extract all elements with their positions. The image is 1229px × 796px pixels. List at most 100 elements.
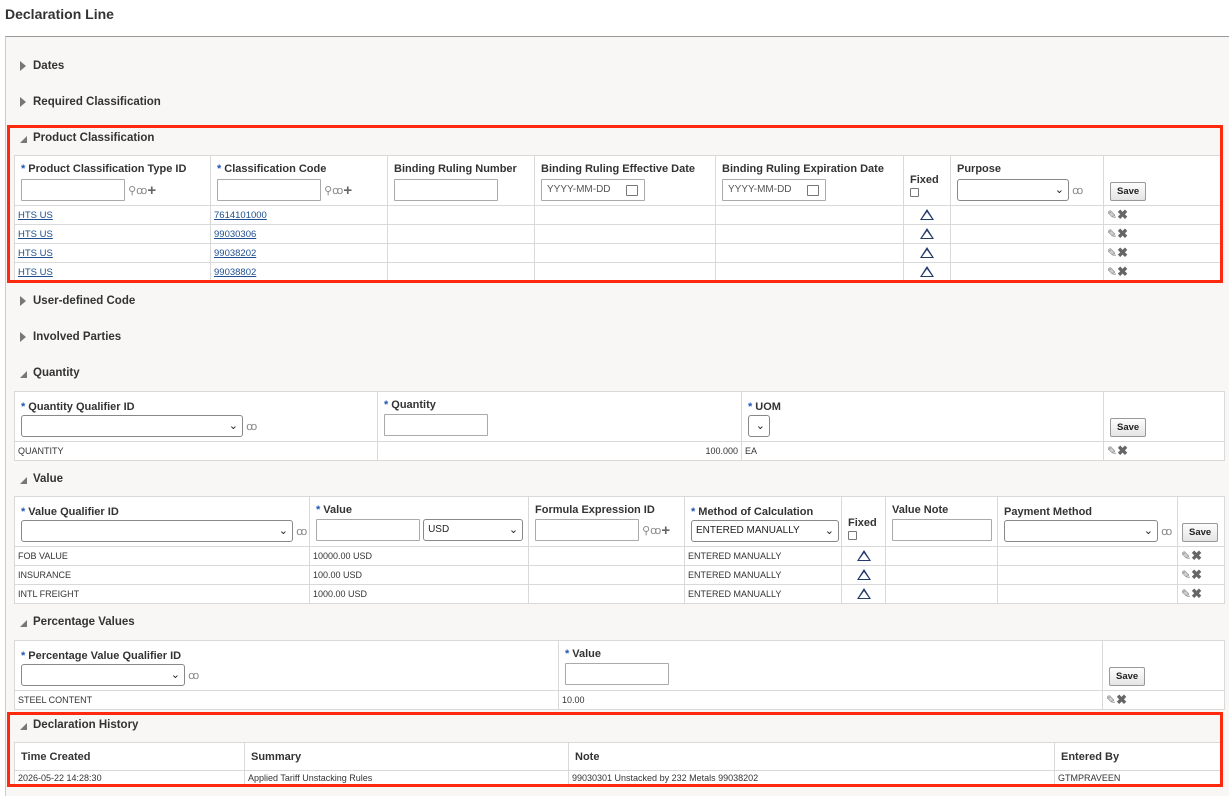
binding-expiration-date-input[interactable]: YYYY-MM-DD	[722, 179, 826, 201]
delete-icon[interactable]: ✖	[1117, 207, 1128, 222]
delete-icon[interactable]: ✖	[1117, 245, 1128, 260]
delete-icon[interactable]: ✖	[1117, 226, 1128, 241]
save-button[interactable]: Save	[1182, 523, 1219, 542]
glasses-icon[interactable]: ꝏ	[296, 525, 307, 538]
col-percentage-qualifier: * Percentage Value Qualifier ID ⌄ ꝏ	[14, 640, 559, 691]
section-involved-parties-header[interactable]: Involved Parties	[20, 331, 121, 343]
glasses-icon[interactable]: ꝏ	[1161, 525, 1172, 538]
section-product-classification-title: Product Classification	[33, 132, 155, 144]
fixed-checkbox[interactable]	[910, 187, 919, 197]
section-required-classification-header[interactable]: Required Classification	[20, 96, 161, 108]
delete-icon[interactable]: ✖	[1191, 586, 1202, 601]
payment-method-select[interactable]: ⌄	[1004, 520, 1158, 542]
save-button[interactable]: Save	[1110, 182, 1147, 201]
quantity-qualifier-cell: QUANTITY	[14, 441, 378, 461]
percentage-header-row: * Percentage Value Qualifier ID ⌄ ꝏ * Valu…	[14, 640, 1225, 691]
table-row: INSURANCE 100.00 USD ENTERED MANUALLY ✎✖	[14, 565, 1225, 585]
chevron-down-icon: ⌄	[824, 525, 834, 537]
triangle-fixed-icon	[856, 549, 871, 561]
col-binding-expiration: Binding Ruling Expiration Date YYYY-MM-D…	[715, 155, 904, 206]
search-icon[interactable]: ⚲	[128, 184, 136, 197]
type-link[interactable]: HTS US	[18, 267, 53, 278]
type-id-input[interactable]	[21, 179, 125, 201]
value-qualifier-cell: INSURANCE	[14, 565, 310, 585]
pencil-icon[interactable]: ✎	[1181, 587, 1191, 601]
glasses-icon[interactable]: ꝏ	[1072, 184, 1083, 197]
search-icon[interactable]: ⚲	[324, 184, 332, 197]
glasses-icon[interactable]: ꝏ	[246, 420, 257, 433]
classification-code-input[interactable]	[217, 179, 321, 201]
value-input[interactable]	[316, 519, 420, 541]
col-entered-by[interactable]: Entered By	[1054, 742, 1223, 771]
col-value-fixed: Fixed	[841, 496, 886, 547]
col-summary[interactable]: Summary	[244, 742, 569, 771]
section-product-classification-header[interactable]: Product Classification	[20, 132, 154, 144]
glasses-icon[interactable]: ꝏ	[650, 524, 661, 537]
pencil-icon[interactable]: ✎	[1107, 444, 1117, 458]
search-icon[interactable]: ⚲	[642, 524, 650, 537]
code-link[interactable]: 99038802	[214, 267, 256, 278]
pencil-icon[interactable]: ✎	[1106, 693, 1116, 707]
glasses-icon[interactable]: ꝏ	[136, 184, 147, 197]
section-percentage-values-header[interactable]: Percentage Values	[20, 616, 135, 628]
pencil-icon[interactable]: ✎	[1181, 568, 1191, 582]
percentage-qualifier-select[interactable]: ⌄	[21, 664, 185, 686]
pencil-icon[interactable]: ✎	[1107, 208, 1117, 222]
col-formula: Formula Expression ID ⚲ꝏ+	[528, 496, 685, 547]
type-link[interactable]: HTS US	[18, 229, 53, 240]
chevron-down-icon: ⌄	[1143, 525, 1153, 537]
glasses-icon[interactable]: ꝏ	[188, 669, 199, 682]
col-uom: * UOM ⌄	[741, 391, 1104, 442]
section-declaration-history-title: Declaration History	[33, 719, 139, 731]
quantity-qualifier-select[interactable]: ⌄	[21, 415, 243, 437]
pencil-icon[interactable]: ✎	[1107, 246, 1117, 260]
save-button[interactable]: Save	[1109, 667, 1146, 686]
col-time-created[interactable]: Time Created	[14, 742, 245, 771]
pencil-icon[interactable]: ✎	[1107, 265, 1117, 279]
percentage-value-input[interactable]	[565, 663, 669, 685]
section-declaration-history-header[interactable]: Declaration History	[20, 719, 138, 731]
plus-icon[interactable]: +	[661, 522, 670, 539]
glasses-icon[interactable]: ꝏ	[332, 184, 343, 197]
type-link[interactable]: HTS US	[18, 210, 53, 221]
section-required-classification-title: Required Classification	[33, 96, 161, 108]
delete-icon[interactable]: ✖	[1116, 692, 1127, 707]
value-note-input[interactable]	[892, 519, 992, 541]
code-link[interactable]: 99030306	[214, 229, 256, 240]
delete-icon[interactable]: ✖	[1191, 548, 1202, 563]
section-value-header[interactable]: Value	[20, 473, 63, 485]
section-user-defined-code-header[interactable]: User-defined Code	[20, 295, 135, 307]
uom-select[interactable]: ⌄	[748, 415, 770, 437]
table-row: HTS US 99038802 ✎✖	[14, 262, 1223, 282]
section-dates-header[interactable]: Dates	[20, 60, 64, 72]
section-quantity-header[interactable]: Quantity	[20, 367, 80, 379]
formula-input[interactable]	[535, 519, 639, 541]
currency-select[interactable]: USD ⌄	[423, 519, 524, 541]
binding-number-input[interactable]	[394, 179, 498, 201]
type-link[interactable]: HTS US	[18, 248, 53, 259]
binding-effective-date-input[interactable]: YYYY-MM-DD	[541, 179, 645, 201]
quantity-input[interactable]	[384, 414, 488, 436]
pencil-icon[interactable]: ✎	[1181, 549, 1191, 563]
plus-icon[interactable]: +	[343, 182, 352, 199]
method-select[interactable]: ENTERED MANUALLY ⌄	[691, 520, 839, 542]
delete-icon[interactable]: ✖	[1117, 264, 1128, 279]
calendar-icon[interactable]	[807, 185, 819, 196]
delete-icon[interactable]: ✖	[1191, 567, 1202, 582]
table-row: INTL FREIGHT 1000.00 USD ENTERED MANUALL…	[14, 584, 1225, 604]
plus-icon[interactable]: +	[147, 182, 156, 199]
purpose-select[interactable]: ⌄	[957, 179, 1069, 201]
collapse-icon	[20, 476, 27, 484]
col-value-qualifier: * Value Qualifier ID ⌄ ꝏ	[14, 496, 310, 547]
triangle-fixed-icon	[856, 587, 871, 599]
code-link[interactable]: 99038202	[214, 248, 256, 259]
col-note[interactable]: Note	[568, 742, 1055, 771]
section-value-title: Value	[33, 473, 64, 485]
pencil-icon[interactable]: ✎	[1107, 227, 1117, 241]
save-button[interactable]: Save	[1110, 418, 1147, 437]
fixed-checkbox[interactable]	[848, 531, 857, 540]
value-qualifier-select[interactable]: ⌄	[21, 520, 293, 542]
calendar-icon[interactable]	[626, 185, 638, 196]
code-link[interactable]: 7614101000	[214, 210, 267, 221]
delete-icon[interactable]: ✖	[1117, 443, 1128, 458]
